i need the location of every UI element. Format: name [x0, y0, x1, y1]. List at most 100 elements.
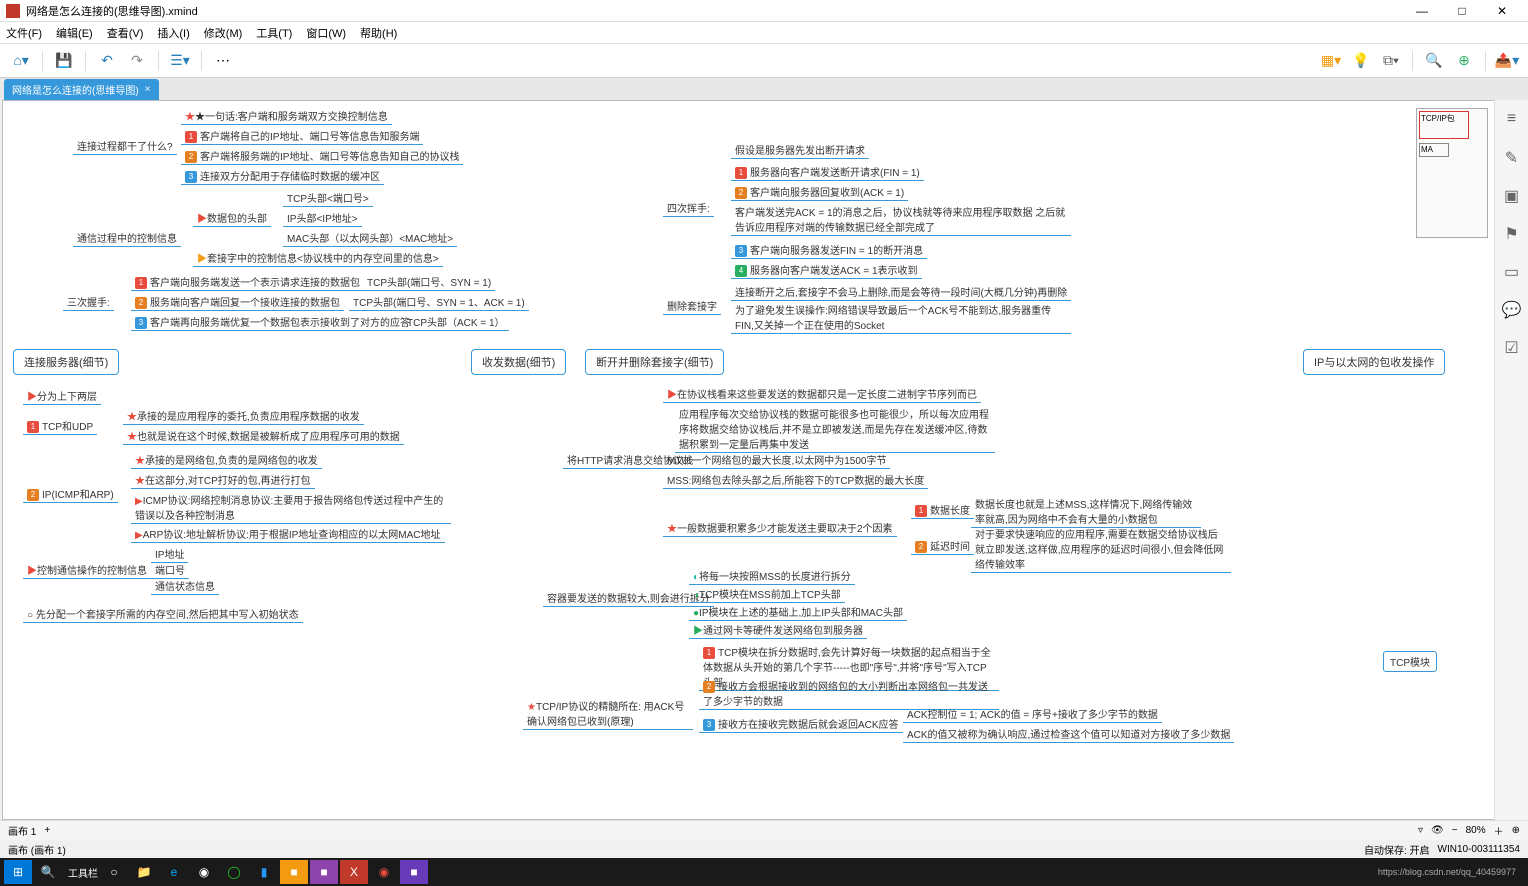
outline-button[interactable]: ☰▾ — [167, 48, 193, 74]
export-button[interactable]: 📤▾ — [1494, 48, 1520, 74]
root-send-receive[interactable]: 收发数据(细节) — [471, 349, 566, 375]
wechat-icon[interactable]: ◯ — [220, 860, 248, 884]
zoom-in-button[interactable]: ＋ — [1494, 823, 1504, 838]
idea-button[interactable]: 💡 — [1348, 48, 1374, 74]
start-icon[interactable]: ⊞ — [4, 860, 32, 884]
app3-icon[interactable]: ◉ — [370, 860, 398, 884]
menu-help[interactable]: 帮助(H) — [360, 25, 397, 41]
topic-button[interactable]: ▦▾ — [1318, 48, 1344, 74]
node-tcpip-core[interactable]: ★TCP/IP协议的精髓所在: 用ACK号确认网络包已收到(原理) — [523, 697, 693, 730]
document-tab[interactable]: 网络是怎么连接的(思维导图) × — [4, 79, 159, 100]
zoom-out-button[interactable]: − — [1452, 825, 1458, 836]
explorer-icon[interactable]: 📁 — [130, 860, 158, 884]
node-4way-5[interactable]: 4服务器向客户端发送ACK = 1表示收到 — [731, 261, 922, 279]
menu-tools[interactable]: 工具(T) — [256, 25, 292, 41]
node-4way-1[interactable]: 1服务器向客户端发送断开请求(FIN = 1) — [731, 163, 924, 181]
node-alloc-socket[interactable]: ○ 先分配一个套接字所需的内存空间,然后把其中写入初始状态 — [23, 605, 303, 623]
node-tcp-udp-1[interactable]: ★承接的是应用程序的委托,负责应用程序数据的收发 — [123, 407, 364, 425]
node-4way-2[interactable]: 2客户端向服务器回复收到(ACK = 1) — [731, 183, 908, 201]
node-split-3[interactable]: ●IP模块在上述的基础上,加上IP头部和MAC头部 — [689, 603, 907, 621]
node-socket-control[interactable]: ▶套接字中的控制信息<协议栈中的内存空间里的信息> — [193, 249, 443, 267]
node-arp[interactable]: ▶ARP协议:地址解析协议:用于根据IP地址查询相应的以太网MAC地址 — [131, 525, 445, 543]
marker-icon[interactable]: ⚑ — [1502, 224, 1522, 244]
node-d0-1[interactable]: ▶在协议栈看来这些要发送的数据都只是一定长度二进制字节序列而已 — [663, 385, 981, 403]
node-tcp-header[interactable]: TCP头部<端口号> — [283, 189, 373, 207]
root-ip-ethernet[interactable]: IP与以太网的包收发操作 — [1303, 349, 1445, 375]
node-control-comm[interactable]: ▶控制通信操作的控制信息 — [23, 561, 151, 579]
format-icon[interactable]: ≡ — [1502, 110, 1522, 130]
vscode-icon[interactable]: ▮ — [250, 860, 278, 884]
node-split-4[interactable]: ▶通过网卡等硬件发送网络包到服务器 — [689, 621, 867, 639]
tab-close-icon[interactable]: × — [145, 84, 151, 95]
node-delete-2[interactable]: 为了避免发生误操作:网络错误导致最后一个ACK号不能到达,服务器重传FIN,又关… — [731, 301, 1071, 334]
node-d1[interactable]: ★一般数据要积累多少才能发送主要取决于2个因素 — [663, 519, 897, 537]
node-4way-4[interactable]: 3客户端向服务器发送FIN = 1的断开消息 — [731, 241, 927, 259]
node-comm-control[interactable]: 通信过程中的控制信息 — [73, 229, 181, 247]
node-comm-status[interactable]: 通信状态信息 — [151, 577, 219, 595]
node-a1-star[interactable]: ★★一句话:客户端和服务端双方交换控制信息 — [181, 107, 392, 125]
maximize-button[interactable]: □ — [1442, 4, 1482, 18]
xmind-task-icon[interactable]: X — [340, 860, 368, 884]
node-4way-3[interactable]: 客户端发送完ACK = 1的消息之后，协议栈就等待来应用程序取数据 之后就告诉应… — [731, 203, 1071, 236]
node-tcp-udp-2[interactable]: ★也就是说在这个时候,数据是被解析成了应用程序可用的数据 — [123, 427, 404, 445]
node-data-len[interactable]: 1数据长度 — [911, 501, 974, 519]
edge-icon[interactable]: e — [160, 860, 188, 884]
style-icon[interactable]: ✎ — [1502, 148, 1522, 168]
more-button[interactable]: ⋯ — [210, 48, 236, 74]
node-d3-3b[interactable]: ACK的值又被称为确认响应,通过检查这个值可以知道对方接收了多少数据 — [903, 725, 1234, 743]
node-split-1[interactable]: ◐将每一块按照MSS的长度进行拆分 — [689, 567, 855, 585]
menu-edit[interactable]: 编辑(E) — [56, 25, 93, 41]
node-connect-what[interactable]: 连接过程都干了什么? — [73, 137, 177, 155]
redo-button[interactable]: ↷ — [124, 48, 150, 74]
node-3way-3b[interactable]: TCP头部（ACK = 1） — [403, 313, 509, 331]
visibility-icon[interactable]: 👁 — [1431, 825, 1444, 836]
home-button[interactable]: ⌂▾ — [8, 48, 34, 74]
node-4way[interactable]: 四次挥手: — [663, 199, 714, 217]
fit-button[interactable]: ⊕ — [1512, 825, 1520, 836]
node-mss[interactable]: MSS:网络包去除头部之后,所能容下的TCP数据的最大长度 — [663, 471, 928, 489]
node-3way[interactable]: 三次握手: — [63, 293, 114, 311]
menu-window[interactable]: 窗口(W) — [306, 25, 346, 41]
sheet-tab[interactable]: 画布 1 — [8, 823, 36, 838]
node-3way-1[interactable]: 1客户端向服务端发送一个表示请求连接的数据包 — [131, 273, 364, 291]
node-d0-2[interactable]: 应用程序每次交给协议栈的数据可能很多也可能很少，所以每次应用程序将数据交给协议栈… — [675, 405, 995, 453]
node-delete-1[interactable]: 连接断开之后,套接字不会马上删除,而是会等待一段时间(大概几分钟)再删除 — [731, 283, 1071, 301]
undo-button[interactable]: ↶ — [94, 48, 120, 74]
root-connect-server[interactable]: 连接服务器(细节) — [13, 349, 119, 375]
node-delay-desc[interactable]: 对于要求快速响应的应用程序,需要在数据交给协议栈后就立即发送,这样做,应用程序的… — [971, 525, 1231, 573]
search-button[interactable]: 🔍 — [1421, 48, 1447, 74]
minimap[interactable]: TCP/IP包 MA — [1416, 108, 1488, 238]
canvas[interactable]: 连接服务器(细节) 收发数据(细节) 断开并删除套接字(细节) IP与以太网的包… — [2, 100, 1526, 820]
app4-icon[interactable]: ■ — [400, 860, 428, 884]
menu-view[interactable]: 查看(V) — [107, 25, 144, 41]
filter-icon[interactable]: ▿ — [1418, 825, 1423, 836]
search-taskbar-icon[interactable]: 🔍 — [34, 860, 62, 884]
node-ip-icmp[interactable]: 2IP(ICMP和ARP) — [23, 485, 118, 503]
node-data-len-desc[interactable]: 数据长度也就是上述MSS,这样情况下,网络传输效率就高,因为网络中不会有大量的小… — [971, 495, 1201, 528]
node-3way-2[interactable]: 2服务端向客户端回复一个接收连接的数据包 — [131, 293, 344, 311]
menu-insert[interactable]: 插入(I) — [157, 25, 189, 41]
node-delay[interactable]: 2延迟时间 — [911, 537, 974, 555]
node-3way-2b[interactable]: TCP头部(端口号、SYN = 1、ACK = 1) — [349, 293, 529, 311]
node-packet-header[interactable]: ▶数据包的头部 — [193, 209, 271, 227]
node-a1-2[interactable]: 2客户端将服务端的IP地址、端口号等信息告知自己的协议栈 — [181, 147, 463, 165]
node-3way-1b[interactable]: TCP头部(端口号、SYN = 1) — [363, 273, 495, 291]
node-d3-3a[interactable]: ACK控制位 = 1; ACK的值 = 序号+接收了多少字节的数据 — [903, 705, 1162, 723]
node-ip-header[interactable]: IP头部<IP地址> — [283, 209, 362, 227]
node-4way-pre[interactable]: 假设是服务器先发出断开请求 — [731, 141, 869, 159]
node-a1-3[interactable]: 3连接双方分配用于存储临时数据的缓冲区 — [181, 167, 384, 185]
add-sheet-button[interactable]: + — [44, 825, 50, 836]
node-delete-socket[interactable]: 删除套接字 — [663, 297, 721, 315]
node-ip-1[interactable]: ★承接的是网络包,负责的是网络包的收发 — [131, 451, 322, 469]
menu-file[interactable]: 文件(F) — [6, 25, 42, 41]
close-button[interactable]: ✕ — [1482, 4, 1522, 18]
node-d3-3[interactable]: 3接收方在接收完数据后就会返回ACK应答 — [699, 715, 903, 733]
share-button[interactable]: ⊕ — [1451, 48, 1477, 74]
node-split-2[interactable]: ◑TCP模块在MSS前加上TCP头部 — [689, 585, 845, 603]
note-icon[interactable]: ▭ — [1502, 262, 1522, 282]
menu-modify[interactable]: 修改(M) — [204, 25, 243, 41]
app1-icon[interactable]: ■ — [280, 860, 308, 884]
root-disconnect[interactable]: 断开并删除套接字(细节) — [585, 349, 724, 375]
node-two-layers[interactable]: ▶分为上下两层 — [23, 387, 101, 405]
save-button[interactable]: 💾 — [51, 48, 77, 74]
